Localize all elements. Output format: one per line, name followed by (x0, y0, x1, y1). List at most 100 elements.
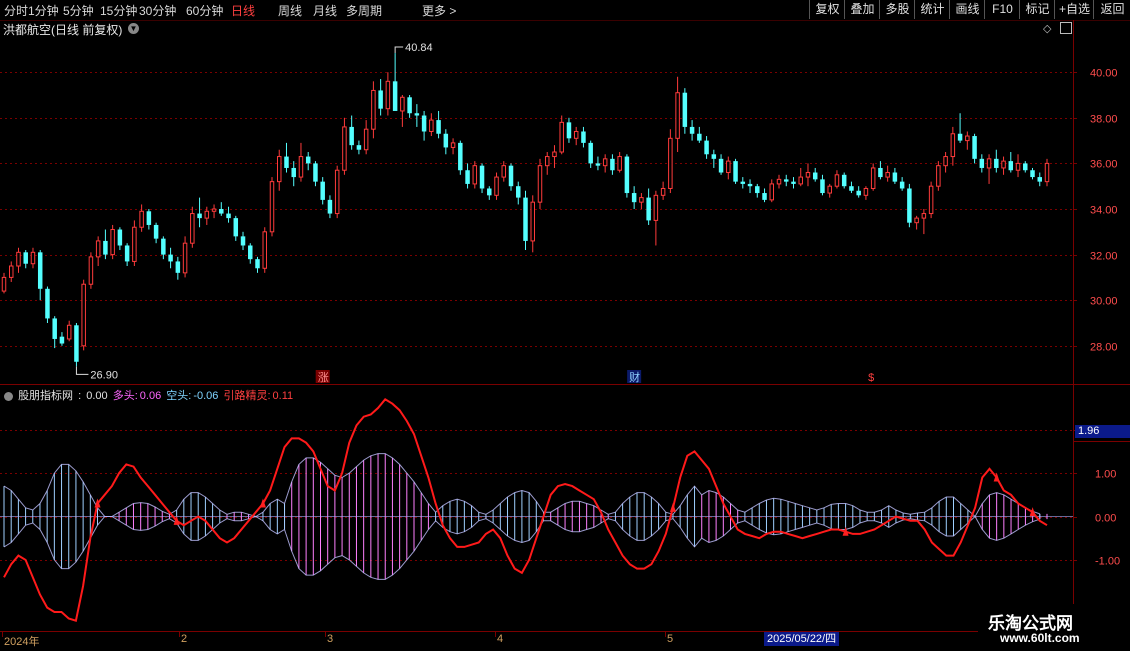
candle (349, 115, 354, 150)
date-label-2: 3 (327, 633, 334, 645)
price-axis-label: 34.00 (1090, 205, 1118, 217)
candle-body (334, 169, 340, 215)
candle (501, 161, 507, 182)
candle (841, 172, 847, 189)
candle (812, 167, 818, 182)
candle (595, 156, 601, 171)
candle-body (979, 158, 985, 168)
candle (190, 206, 195, 248)
candle (95, 236, 101, 266)
candle (1030, 167, 1035, 180)
candle-body (479, 165, 485, 189)
candle-body (624, 156, 630, 194)
candle (371, 81, 376, 139)
candle (1001, 156, 1006, 175)
candle-body (994, 158, 999, 168)
candle (581, 126, 586, 148)
candle-body (320, 181, 325, 200)
candle (313, 161, 318, 187)
candle (429, 113, 434, 137)
candle (378, 79, 383, 116)
candle (986, 154, 992, 184)
ind-axis-label: -1.00 (1095, 556, 1120, 568)
candle-body (132, 226, 137, 262)
candle (979, 154, 985, 173)
watermark: 乐淘公式网 www.60lt.com (978, 604, 1130, 650)
candle (494, 172, 499, 200)
candle-body (226, 213, 231, 219)
candle (994, 149, 999, 173)
candle (856, 186, 861, 198)
candle-body (965, 135, 970, 142)
candle (820, 174, 825, 196)
candle (334, 165, 340, 219)
candle (52, 316, 57, 349)
candle (762, 188, 767, 203)
candle-body (284, 156, 289, 168)
candle-body (59, 336, 65, 344)
candle-body (878, 167, 883, 178)
candle (834, 170, 840, 189)
candle-body (407, 97, 412, 114)
candle-body (276, 156, 282, 183)
candle-body (1, 276, 7, 292)
candle (1037, 172, 1043, 187)
candle (769, 179, 775, 203)
price-axis-label: 40.00 (1090, 68, 1118, 80)
candle-body (414, 113, 420, 116)
candle (385, 72, 391, 116)
candle (1015, 154, 1021, 178)
candle (327, 195, 333, 219)
candle-body (313, 163, 318, 182)
candle (943, 152, 948, 173)
candle (124, 243, 130, 266)
candle (711, 149, 717, 168)
candle-body (820, 179, 825, 194)
candle-body (233, 218, 239, 237)
low-price-label: 26.90 (90, 369, 118, 381)
candle-body (153, 224, 159, 239)
candle (211, 204, 217, 219)
date-tick (179, 632, 180, 637)
candle-body (602, 158, 608, 167)
candle-body (204, 210, 210, 219)
candle-body (892, 172, 898, 182)
candle-body (88, 256, 94, 285)
candle-body (631, 193, 637, 203)
candle (392, 53, 398, 111)
candle-body (66, 324, 72, 340)
candle-body (508, 165, 514, 187)
candle-body (610, 158, 615, 171)
candle (30, 247, 36, 269)
candle (139, 204, 144, 232)
candle (23, 250, 28, 269)
candle-body (356, 145, 362, 150)
candle-body (124, 245, 130, 262)
candle-body (262, 231, 267, 269)
candle (588, 140, 593, 168)
price-axis-label: 32.00 (1090, 251, 1118, 263)
low-marker-line (75, 366, 89, 375)
candle-body (269, 181, 275, 233)
candle-body (371, 89, 376, 130)
candle (59, 332, 65, 346)
candle (240, 231, 246, 251)
candle-body (805, 172, 811, 178)
date-tick (665, 632, 666, 637)
indicator-dropdown-icon[interactable] (4, 391, 13, 401)
candle-body (856, 190, 861, 196)
candle-body (30, 251, 36, 265)
candle-body (791, 181, 796, 184)
candle-body (392, 81, 398, 111)
candle (957, 113, 963, 143)
cursor-date: 2025/05/22/四 (764, 632, 840, 646)
candle (472, 161, 478, 189)
candle-body (465, 170, 470, 184)
candle (907, 183, 912, 228)
candle (269, 177, 275, 237)
candle (262, 227, 267, 273)
candle-body (110, 229, 115, 256)
candle-body (523, 197, 528, 241)
candle (682, 88, 688, 134)
candle (559, 115, 564, 155)
